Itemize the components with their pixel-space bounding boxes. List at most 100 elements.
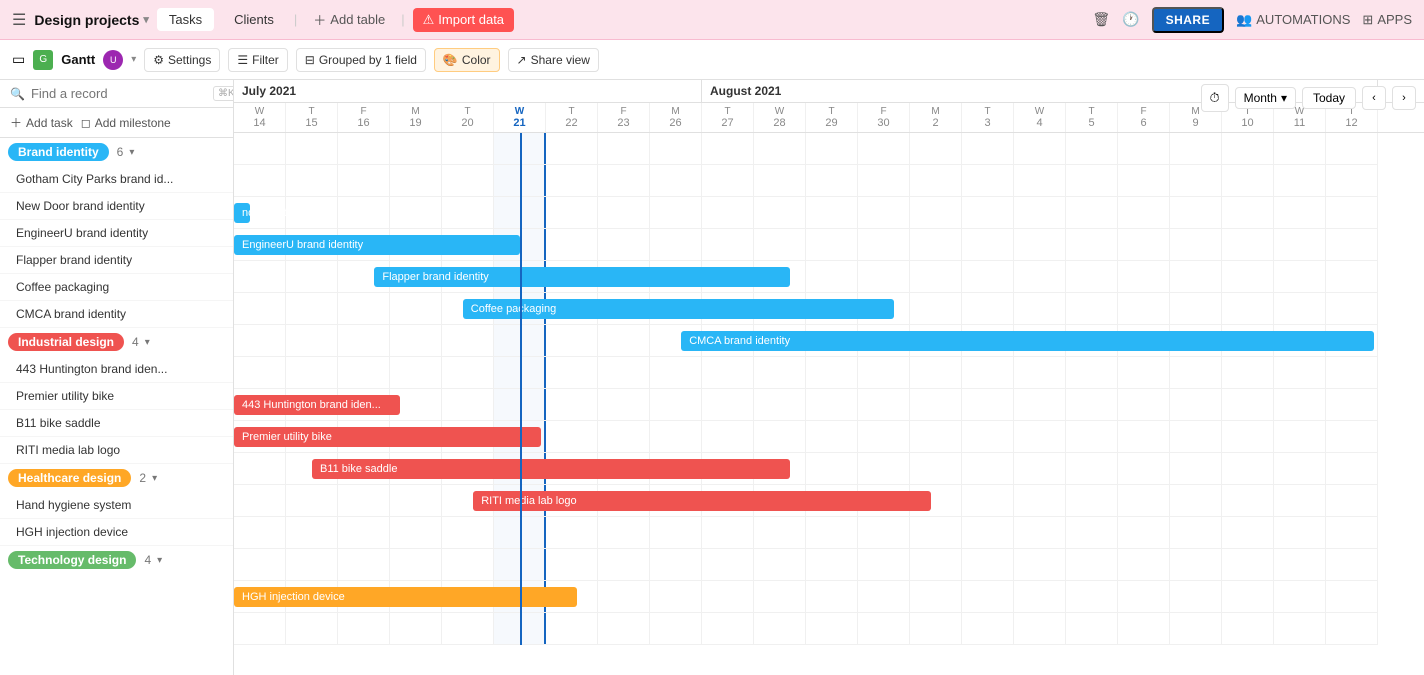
gantt-row [234,133,1378,165]
today-button[interactable]: Today [1302,87,1356,109]
day-header-cell: M19 [390,103,442,132]
prev-arrow-button[interactable]: ‹ [1362,86,1386,110]
group-healthcare-design[interactable]: Healthcare design 2 ▾ [0,464,233,492]
user-chevron-icon[interactable]: ▾ [131,54,136,65]
gantt-bar[interactable]: B11 bike saddle [312,459,790,479]
list-item[interactable]: Premier utility bike [0,383,233,410]
day-header-cell: W28 [754,103,806,132]
app-title-chevron-icon[interactable]: ▾ [143,13,149,26]
filter-icon: ☰ [237,53,248,67]
day-header-cell: T20 [442,103,494,132]
gantt-header: ⏱ Month ▾ Today ‹ › July 2021August 2021… [234,80,1424,133]
gantt-row [234,389,1378,421]
list-item[interactable]: New Door brand identity [0,193,233,220]
month-controls: ⏱ Month ▾ Today ‹ › [1201,84,1416,112]
gantt-bar[interactable]: 443 Huntington brand iden... [234,395,400,415]
group-brand-identity[interactable]: Brand identity 6 ▾ [0,138,233,166]
industrial-design-tag: Industrial design [8,333,124,351]
gantt-bar[interactable]: RITI media lab logo [473,491,931,511]
month-label: Month [1244,91,1277,105]
sidebar-toggle-icon[interactable]: ▭ [12,51,25,68]
add-table-button[interactable]: ＋ Add table [305,6,393,33]
clock-icon-button[interactable]: ⏱ [1201,84,1229,112]
apps-button[interactable]: ⊞ APPS [1362,12,1412,28]
list-item[interactable]: 443 Huntington brand iden... [0,356,233,383]
add-task-button[interactable]: ＋ Add task [10,114,73,131]
gantt-chart[interactable]: ⏱ Month ▾ Today ‹ › July 2021August 2021… [234,80,1424,675]
day-header-cell: M2 [910,103,962,132]
list-item[interactable]: Gotham City Parks brand id... [0,166,233,193]
gantt-bar[interactable]: Coffee packaging [463,299,895,319]
import-data-button[interactable]: ⚠ Import data [413,8,514,32]
healthcare-design-chevron-icon: ▾ [152,473,157,484]
view-toolbar: ▭ G Gantt U ▾ ⚙ Settings ☰ Filter ⊟ Grou… [0,40,1424,80]
add-milestone-button[interactable]: ◻ Add milestone [81,116,171,130]
warning-icon: ⚠ [423,12,435,28]
healthcare-design-tag: Healthcare design [8,469,131,487]
main-container: 🔍 ⌘K ＋ Add task ◻ Add milestone Brand id… [0,80,1424,675]
apps-grid-icon: ⊞ [1362,12,1373,28]
month-selector[interactable]: Month ▾ [1235,87,1296,109]
search-input[interactable] [31,86,207,101]
gantt-row [234,357,1378,389]
gantt-bar[interactable]: HGH injection device [234,587,577,607]
list-item[interactable]: B11 bike saddle [0,410,233,437]
list-item[interactable]: HGH injection device [0,519,233,546]
gantt-row [234,197,1378,229]
gantt-bar[interactable]: Premier utility bike [234,427,541,447]
industrial-design-count: 4 [132,335,139,349]
gantt-bar[interactable]: nd identity [234,203,250,223]
toolbar-left: ▭ G Gantt U ▾ [12,50,136,70]
list-item[interactable]: RITI media lab logo [0,437,233,464]
gantt-view-icon: G [33,50,53,70]
action-row: ＋ Add task ◻ Add milestone [0,108,233,138]
technology-design-count: 4 [144,553,151,567]
share-button[interactable]: SHARE [1152,7,1225,33]
milestone-icon: ◻ [81,116,91,130]
group-industrial-design[interactable]: Industrial design 4 ▾ [0,328,233,356]
day-header-cell: T15 [286,103,338,132]
color-button[interactable]: 🎨 Color [434,48,500,72]
menu-icon[interactable]: ☰ [12,10,26,30]
gantt-bar[interactable]: Flapper brand identity [374,267,790,287]
automations-button[interactable]: 👥 AUTOMATIONS [1236,12,1350,28]
app-title-text: Design projects [34,12,139,28]
tasks-tab[interactable]: Tasks [157,8,214,31]
filter-button[interactable]: ☰ Filter [228,48,287,72]
month-selector-chevron-icon: ▾ [1281,91,1287,105]
day-header-cell: W14 [234,103,286,132]
app-title: Design projects ▾ [34,12,149,28]
brand-identity-count: 6 [117,145,124,159]
group-technology-design[interactable]: Technology design 4 ▾ [0,546,233,574]
share-view-button[interactable]: ↗ Share view [508,48,599,72]
industrial-design-chevron-icon: ▾ [145,337,150,348]
gantt-bar[interactable]: CMCA brand identity [681,331,1374,351]
technology-design-tag: Technology design [8,551,136,569]
list-item[interactable]: Flapper brand identity [0,247,233,274]
list-item[interactable]: Hand hygiene system [0,492,233,519]
list-item[interactable]: EngineerU brand identity [0,220,233,247]
day-header-cell: T22 [546,103,598,132]
brand-identity-tag: Brand identity [8,143,109,161]
list-item[interactable]: CMCA brand identity [0,301,233,328]
next-arrow-button[interactable]: › [1392,86,1416,110]
day-header-cell: M26 [650,103,702,132]
group-icon: ⊟ [305,53,315,67]
gantt-bar[interactable]: EngineerU brand identity [234,235,520,255]
day-header-cell: W21 [494,103,546,132]
share-view-icon: ↗ [517,53,527,67]
gantt-row [234,165,1378,197]
day-header-cell: F30 [858,103,910,132]
clients-tab[interactable]: Clients [222,8,286,31]
day-header-cell: T5 [1066,103,1118,132]
settings-button[interactable]: ⚙ Settings [144,48,220,72]
view-label: Gantt [61,52,95,67]
day-header-cell: W4 [1014,103,1066,132]
day-header-cell: F6 [1118,103,1170,132]
history-icon[interactable]: 🕐 [1122,11,1139,28]
brand-identity-chevron-icon: ▾ [129,147,134,158]
month-header-cell: July 2021 [234,80,702,102]
list-item[interactable]: Coffee packaging [0,274,233,301]
grouped-by-button[interactable]: ⊟ Grouped by 1 field [296,48,426,72]
trash-icon[interactable]: 🗑 [1092,11,1110,28]
